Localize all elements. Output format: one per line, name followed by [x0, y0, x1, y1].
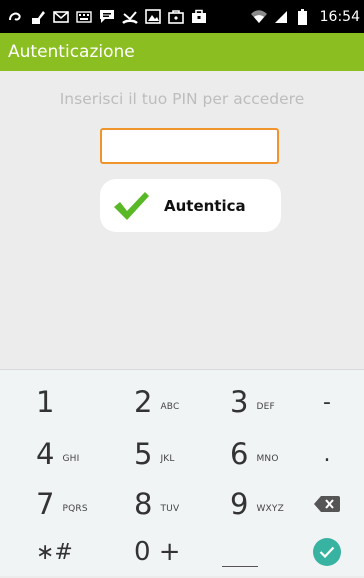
key-3[interactable]: 3 DEF [190, 376, 290, 428]
key-5[interactable]: 5 JKL [90, 428, 190, 480]
key-symbol: ∗# [36, 539, 73, 565]
key-digit: 1 [36, 385, 55, 419]
key-symbol: 0 + [134, 537, 181, 567]
key-6[interactable]: 6 MNO [190, 428, 290, 480]
bag-icon [167, 8, 185, 25]
keyboard-icon [75, 8, 93, 25]
key-letters: PQRS [62, 504, 88, 514]
key-minus[interactable]: - [290, 376, 364, 428]
key-digit: 6 [230, 437, 249, 471]
key-letters: TUV [160, 504, 180, 514]
key-letters: GHI [62, 454, 80, 464]
paint-icon [29, 8, 47, 25]
key-1[interactable]: 1 [0, 376, 90, 428]
backspace-icon [314, 496, 340, 512]
swirl-icon [6, 8, 24, 25]
key-8[interactable]: 8 TUV [90, 478, 190, 530]
key-digit: 9 [230, 487, 249, 521]
key-letters: ABC [160, 402, 180, 412]
checkmark-icon [112, 190, 150, 222]
key-symbol: . [323, 441, 331, 467]
battery-icon [294, 8, 312, 25]
key-0-plus[interactable]: 0 + [90, 526, 190, 578]
missed-call-icon [121, 8, 139, 25]
clock: 16:54 [319, 8, 360, 25]
keyboard-row: 7 PQRS 8 TUV 9 WXYZ [0, 478, 364, 530]
key-digit: 5 [134, 437, 153, 471]
message-icon [98, 8, 116, 25]
wifi-icon [250, 8, 268, 25]
pin-input[interactable] [100, 128, 279, 164]
backspace-key[interactable] [290, 478, 364, 530]
page-title: Autenticazione [8, 42, 135, 62]
system-status: 16:54 [250, 8, 360, 25]
key-star-hash[interactable]: ∗# [0, 526, 90, 578]
key-2[interactable]: 2 ABC [90, 376, 190, 428]
gallery-icon [144, 8, 162, 25]
mail-icon [52, 8, 70, 25]
key-9[interactable]: 9 WXYZ [190, 478, 290, 530]
done-key[interactable] [290, 526, 364, 578]
signal-icon [272, 8, 290, 25]
key-symbol: - [323, 389, 331, 415]
done-check-icon [313, 538, 341, 566]
key-digit: 7 [36, 487, 55, 521]
key-digit: 8 [134, 487, 153, 521]
key-digit: 3 [230, 385, 249, 419]
key-digit: 2 [134, 385, 153, 419]
keyboard-row: 1 2 ABC 3 DEF - [0, 376, 364, 428]
key-letters: MNO [256, 454, 279, 464]
key-digit: 4 [36, 437, 55, 471]
keyboard-row: ∗# 0 + [0, 526, 364, 578]
authenticate-label: Autentica [164, 196, 246, 215]
keyboard-row: 4 GHI 5 JKL 6 MNO . [0, 428, 364, 480]
app-bar: Autenticazione [0, 33, 364, 71]
space-key[interactable] [190, 526, 290, 578]
notification-icons [6, 8, 208, 25]
briefcase-icon [190, 8, 208, 25]
key-letters: WXYZ [256, 504, 284, 514]
key-4[interactable]: 4 GHI [0, 428, 90, 480]
numeric-keyboard: 1 2 ABC 3 DEF - 4 GHI 5 JKL 6 MNO . 7 PQ… [0, 369, 364, 576]
pin-prompt: Inserisci il tuo PIN per accedere [59, 90, 305, 108]
key-period[interactable]: . [290, 428, 364, 480]
status-bar: 16:54 [0, 0, 364, 33]
key-7[interactable]: 7 PQRS [0, 478, 90, 530]
authenticate-button[interactable]: Autentica [100, 179, 281, 232]
space-icon [222, 538, 258, 567]
key-letters: JKL [160, 454, 175, 464]
key-letters: DEF [256, 402, 275, 412]
